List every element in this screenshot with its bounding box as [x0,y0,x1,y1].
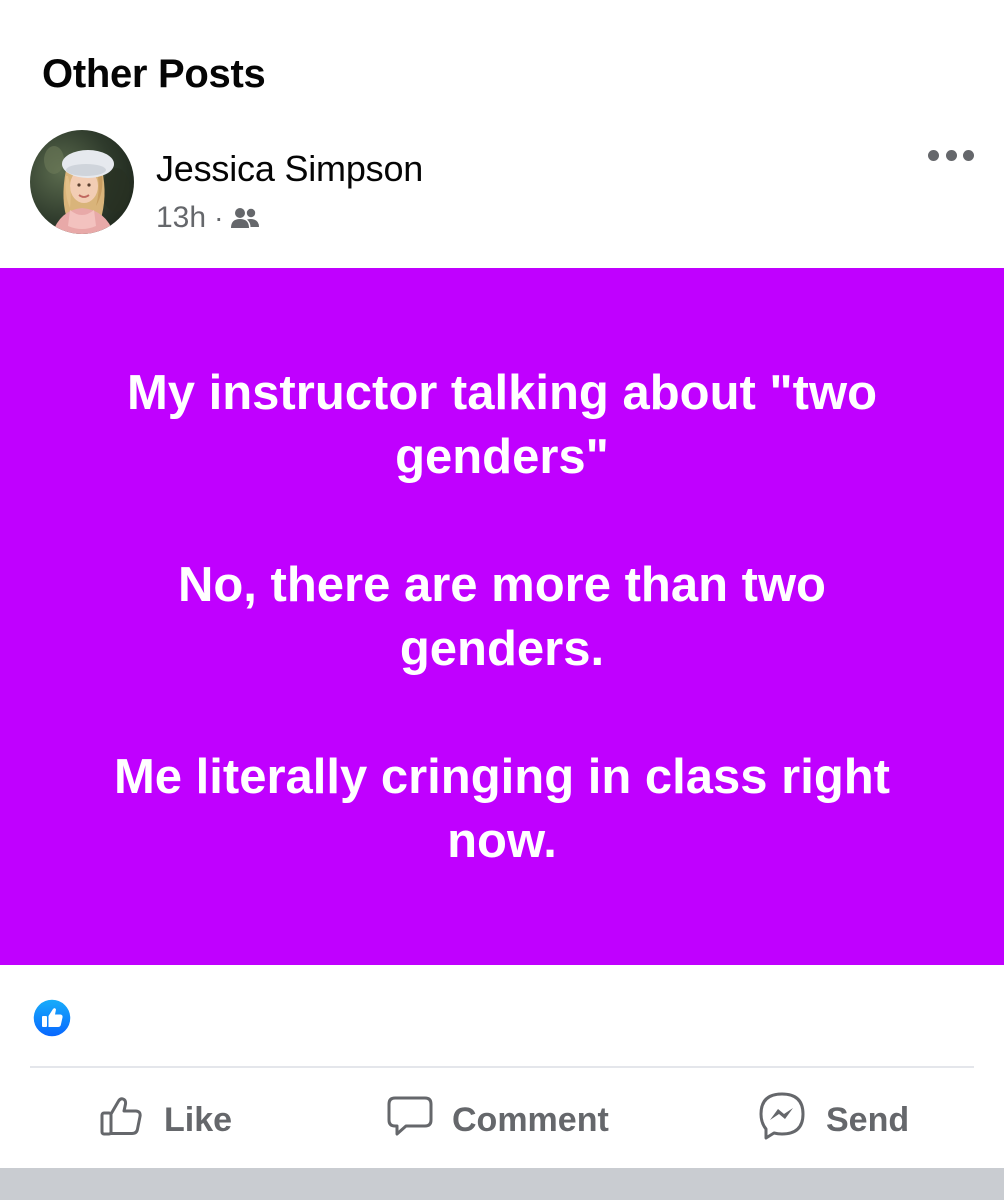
like-reaction-icon[interactable] [32,998,72,1038]
meta-separator: · [214,202,224,233]
send-button[interactable]: Send [756,1082,909,1158]
send-label: Send [826,1100,910,1139]
more-horizontal-icon [928,149,939,161]
post-time[interactable]: 13h [156,201,206,235]
like-label: Like [164,1100,233,1139]
post-paragraph: My instructor talking about "two genders… [126,365,878,484]
post-body[interactable]: My instructor talking about "two genders… [0,268,1004,965]
more-dot [963,149,974,161]
post-header: Jessica Simpson 13h · [0,120,1004,260]
post-text: My instructor talking about "two genders… [92,361,912,873]
post-paragraph: Me literally cringing in class right now… [113,749,891,868]
more-options-button[interactable] [928,140,974,170]
feed-separator-bar [0,1168,1004,1200]
comment-icon [386,1092,434,1149]
thumbs-up-icon [98,1092,146,1149]
avatar[interactable] [30,130,134,234]
post-meta: 13h · [156,200,260,236]
section-title: Other Posts [42,52,266,96]
divider [30,1066,974,1068]
friends-icon[interactable] [231,206,260,230]
author-name[interactable]: Jessica Simpson [156,148,423,190]
like-button[interactable]: Like [98,1082,232,1158]
messenger-icon [756,1090,808,1151]
comment-label: Comment [452,1100,609,1139]
comment-button[interactable]: Comment [386,1082,609,1158]
avatar-image [30,130,134,234]
post-paragraph: No, there are more than two genders. [177,557,826,676]
more-dot [945,149,957,161]
post-actions: Like Comment Send [0,1082,1004,1158]
